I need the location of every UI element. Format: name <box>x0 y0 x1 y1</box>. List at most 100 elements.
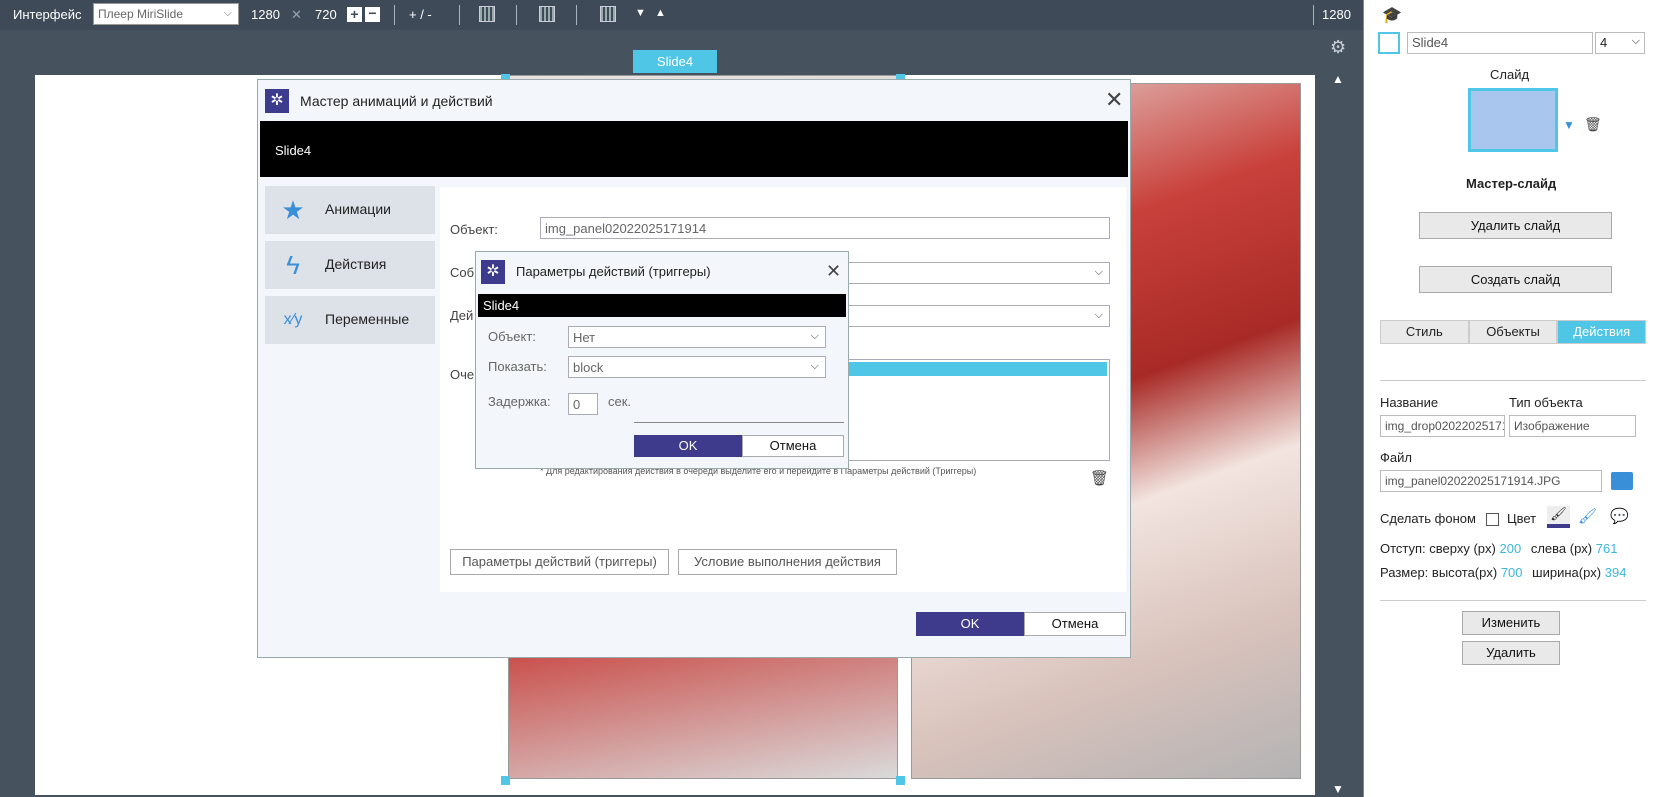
chevron-down-icon: ⌵ <box>1094 309 1103 321</box>
left-label: слева (px) <box>1530 541 1593 556</box>
name-field[interactable]: img_drop02022025171914 <box>1380 415 1505 437</box>
delay-input[interactable]: 0 <box>568 393 598 415</box>
trash-icon[interactable]: 🗑 <box>1584 116 1602 133</box>
cancel-button[interactable]: Отмена <box>1024 612 1126 636</box>
app-logo-icon: ✲ <box>265 89 289 113</box>
fill-color-icon[interactable]: 🖌 <box>1547 506 1570 528</box>
height-value[interactable]: 700 <box>1501 565 1523 580</box>
player-select-value: Плеер MiriSlide <box>98 7 183 21</box>
side-item-actions[interactable]: ϟ Действия <box>265 241 435 289</box>
toolbar-divider <box>459 5 460 25</box>
size-row: Размер: высота(px) 700 ширина(px) 394 <box>1380 565 1626 580</box>
side-item-label: Действия <box>325 256 387 272</box>
offset-label: Отступ: <box>1380 541 1426 556</box>
left-value[interactable]: 761 <box>1596 541 1618 556</box>
zoom-ops[interactable]: + / - <box>409 7 432 22</box>
grid-icon[interactable] <box>479 6 495 22</box>
object-type-field[interactable]: Изображение <box>1509 415 1636 437</box>
resize-handle[interactable] <box>501 776 510 785</box>
player-select[interactable]: Плеер MiriSlide ⌵ <box>93 3 239 25</box>
tab-objects[interactable]: Объекты <box>1468 320 1558 344</box>
size-label: Размер: <box>1380 565 1429 580</box>
interface-label: Интерфейс <box>13 7 82 22</box>
width-value[interactable]: 1280 <box>251 7 280 22</box>
side-item-variables[interactable]: x⁄y Переменные <box>265 296 435 344</box>
action-params-button[interactable]: Параметры действий (триггеры) <box>450 549 669 575</box>
color-label: Цвет <box>1507 511 1537 526</box>
times-icon: ✕ <box>291 7 302 22</box>
side-item-label: Анимации <box>325 201 391 217</box>
delay-unit: сек. <box>608 394 632 409</box>
inner-object-select[interactable]: Нет ⌵ <box>568 326 826 348</box>
delete-slide-button[interactable]: Удалить слайд <box>1419 212 1612 239</box>
height-label: высота(px) <box>1431 565 1498 580</box>
slide-color-swatch[interactable] <box>1378 32 1400 54</box>
resize-handle[interactable] <box>896 776 905 785</box>
tab-style[interactable]: Стиль <box>1380 320 1469 344</box>
slide-number-value: 4 <box>1600 35 1608 50</box>
slide-tab[interactable]: Slide4 <box>633 50 717 73</box>
caret-down-icon[interactable]: ▼ <box>1563 118 1575 132</box>
slide-number-select[interactable]: 4 ⌵ <box>1595 32 1645 54</box>
create-slide-button[interactable]: Создать слайд <box>1419 266 1612 293</box>
show-select[interactable]: block ⌵ <box>568 356 826 378</box>
top-toolbar: Интерфейс Плеер MiriSlide ⌵ 1280 ✕ 720 +… <box>0 0 1363 30</box>
trash-icon[interactable]: 🗑 <box>1090 469 1109 487</box>
ok-button[interactable]: OK <box>916 612 1024 636</box>
divider <box>634 422 844 423</box>
change-button[interactable]: Изменить <box>1462 611 1560 635</box>
film-icon[interactable] <box>539 6 555 22</box>
object-field[interactable]: img_panel02022025171914 <box>540 217 1110 239</box>
inner-dialog-band: Slide4 <box>478 294 846 317</box>
minus-square-icon[interactable]: − <box>365 6 380 22</box>
show-label: Показать: <box>488 359 547 374</box>
arrow-down-icon[interactable]: ▼ <box>635 7 646 19</box>
offset-row: Отступ: сверху (px) 200 слева (px) 761 <box>1380 541 1617 556</box>
delete-button[interactable]: Удалить <box>1462 641 1560 665</box>
top-value[interactable]: 200 <box>1500 541 1522 556</box>
slide-thumbnail[interactable] <box>1468 88 1558 152</box>
make-background-label: Сделать фоном <box>1380 511 1476 526</box>
close-icon[interactable]: ✕ <box>826 262 841 280</box>
toolbar-divider <box>1313 5 1314 25</box>
name-label: Название <box>1380 395 1439 410</box>
inner-object-label: Объект: <box>488 329 536 344</box>
action-condition-button[interactable]: Условие выполнения действия <box>678 549 897 575</box>
layers-icon[interactable] <box>600 6 616 22</box>
dialog-title-bar: ✲ Мастер анимаций и действий ✕ <box>258 80 1130 121</box>
width-value[interactable]: 394 <box>1605 565 1627 580</box>
panel-tabs: Стиль Объекты Действия <box>1380 320 1647 344</box>
file-field[interactable]: img_panel02022025171914.JPG <box>1380 470 1602 492</box>
scroll-down-icon[interactable]: ▼ <box>1332 782 1344 796</box>
object-label: Объект: <box>450 222 498 237</box>
graduation-cap-icon[interactable]: 🎓 <box>1382 5 1402 25</box>
height-value[interactable]: 720 <box>315 7 337 22</box>
action-label: Дей <box>450 308 474 323</box>
scroll-up-icon[interactable]: ▲ <box>1332 72 1344 86</box>
show-value: block <box>573 360 604 375</box>
folder-icon[interactable] <box>1611 472 1633 490</box>
comments-icon[interactable]: 💬 <box>1610 507 1629 525</box>
lightning-icon: ϟ <box>286 250 300 280</box>
chevron-down-icon: ⌵ <box>1094 266 1103 278</box>
brush-icon[interactable]: 🖌 <box>1578 507 1597 525</box>
arrow-up-icon[interactable]: ▲ <box>655 7 666 19</box>
star-icon: ★ <box>281 195 305 225</box>
tab-actions[interactable]: Действия <box>1557 320 1647 344</box>
top-label: сверху (px) <box>1429 541 1496 556</box>
chevron-down-icon: ⌵ <box>223 7 232 19</box>
inner-cancel-button[interactable]: Отмена <box>742 435 844 457</box>
slide-name-field[interactable]: Slide4 <box>1407 32 1593 54</box>
add-square-icon[interactable]: + <box>347 7 362 22</box>
close-icon[interactable]: ✕ <box>1105 89 1123 111</box>
master-slide-label: Мастер-слайд <box>1466 176 1557 191</box>
gear-icon[interactable]: ⚙ <box>1330 37 1348 57</box>
chevron-down-icon: ⌵ <box>810 360 819 372</box>
make-background-checkbox[interactable] <box>1486 513 1499 526</box>
inner-ok-button[interactable]: OK <box>634 435 742 457</box>
side-item-animations[interactable]: ★ Анимации <box>265 186 435 234</box>
divider <box>1380 380 1646 381</box>
slide-heading: Слайд <box>1490 67 1530 82</box>
toolbar-divider <box>576 5 577 25</box>
object-type-label: Тип объекта <box>1509 395 1583 410</box>
